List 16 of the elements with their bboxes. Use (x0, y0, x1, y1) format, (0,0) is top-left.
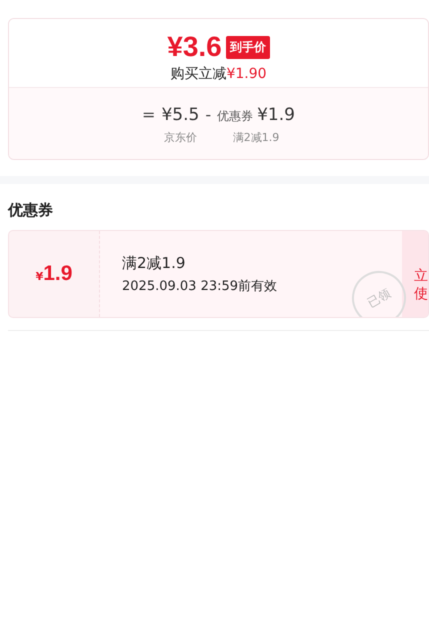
discount-value: ¥1.9 (257, 104, 295, 126)
operator-symbol: - (205, 104, 212, 126)
price-caption: 京东价 (164, 130, 197, 145)
use-button[interactable]: 立使 (402, 231, 428, 317)
final-price: ¥3.6 (167, 31, 222, 63)
coupon-amount: 1.9 (43, 262, 72, 286)
section-title: 优惠券 (8, 201, 54, 220)
coupon-condition: 满2减1.9 (122, 254, 186, 272)
discount-caption: 满2减1.9 (232, 130, 280, 145)
price-value: ¥5.5 (161, 104, 200, 126)
saving-text: 购买立减¥1.90 (170, 65, 267, 83)
operator-symbol: = (142, 104, 156, 126)
price-badge: 到手价 (226, 36, 270, 58)
currency-symbol: ¥ (36, 270, 44, 282)
discount-label: 优惠券 (217, 108, 254, 125)
coupon-validity: 2025.09.03 23:59前有效 (122, 278, 278, 294)
